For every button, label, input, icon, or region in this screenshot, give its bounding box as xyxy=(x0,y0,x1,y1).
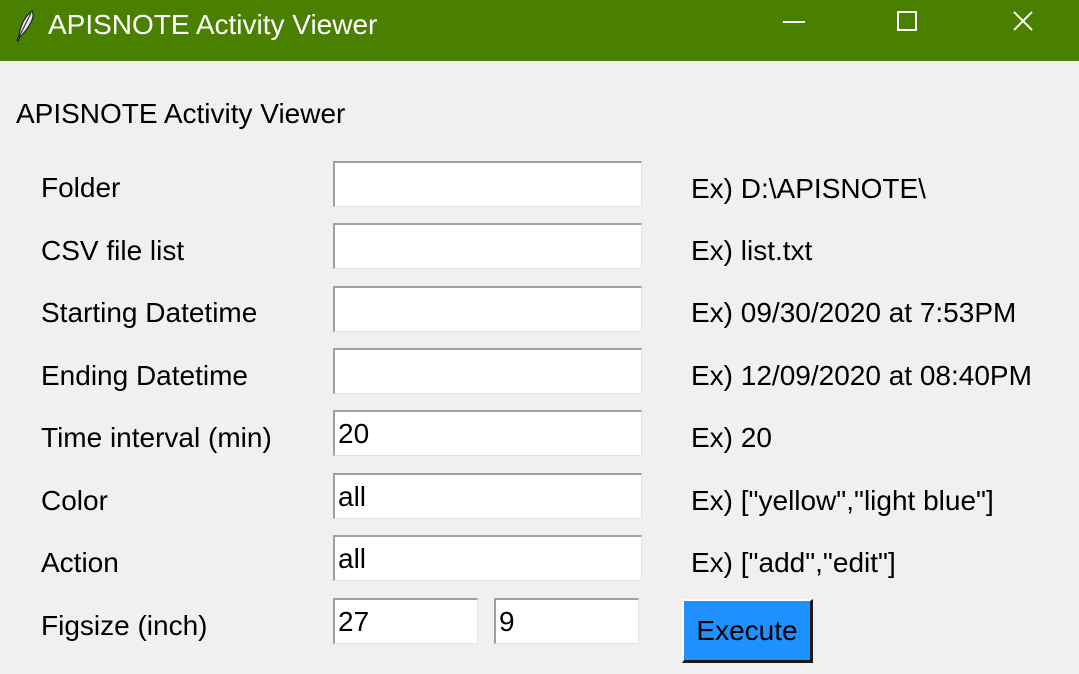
start-datetime-label: Starting Datetime xyxy=(41,297,258,328)
minimize-icon xyxy=(783,21,805,23)
feather-icon xyxy=(16,10,34,43)
interval-label: Time interval (min) xyxy=(41,422,272,453)
action-label: Action xyxy=(41,547,119,578)
end-datetime-example: Ex) 12/09/2020 at 08:40PM xyxy=(691,360,1032,391)
csv-list-label: CSV file list xyxy=(41,235,185,266)
close-icon xyxy=(1013,11,1033,31)
folder-field[interactable] xyxy=(333,161,642,207)
figsize-width-field[interactable] xyxy=(333,598,478,644)
execute-button[interactable]: Execute xyxy=(682,599,813,663)
action-field[interactable] xyxy=(333,535,642,581)
csv-list-example: Ex) list.txt xyxy=(691,235,813,266)
folder-example: Ex) D:\APISNOTE\ xyxy=(691,173,926,204)
color-example: Ex) ["yellow","light blue"] xyxy=(691,485,994,516)
header-label: APISNOTE Activity Viewer xyxy=(16,98,346,129)
maximize-button[interactable] xyxy=(850,0,966,61)
title-bar[interactable]: APISNOTE Activity Viewer xyxy=(0,0,1079,61)
interval-example: Ex) 20 xyxy=(691,422,772,453)
close-button[interactable] xyxy=(966,0,1079,61)
color-field[interactable] xyxy=(333,473,642,519)
csv-list-field[interactable] xyxy=(333,223,642,269)
color-label: Color xyxy=(41,485,108,516)
action-example: Ex) ["add","edit"] xyxy=(691,547,896,578)
figsize-height-field[interactable] xyxy=(494,598,639,644)
window-title: APISNOTE Activity Viewer xyxy=(48,9,378,40)
end-datetime-label: Ending Datetime xyxy=(41,360,249,391)
start-datetime-field[interactable] xyxy=(333,286,642,332)
end-datetime-field[interactable] xyxy=(333,348,642,394)
figsize-label: Figsize (inch) xyxy=(41,610,208,641)
minimize-button[interactable] xyxy=(734,0,850,61)
interval-field[interactable] xyxy=(333,410,642,456)
start-datetime-example: Ex) 09/30/2020 at 7:53PM xyxy=(691,297,1017,328)
folder-label: Folder xyxy=(41,172,121,203)
maximize-icon xyxy=(897,11,917,31)
